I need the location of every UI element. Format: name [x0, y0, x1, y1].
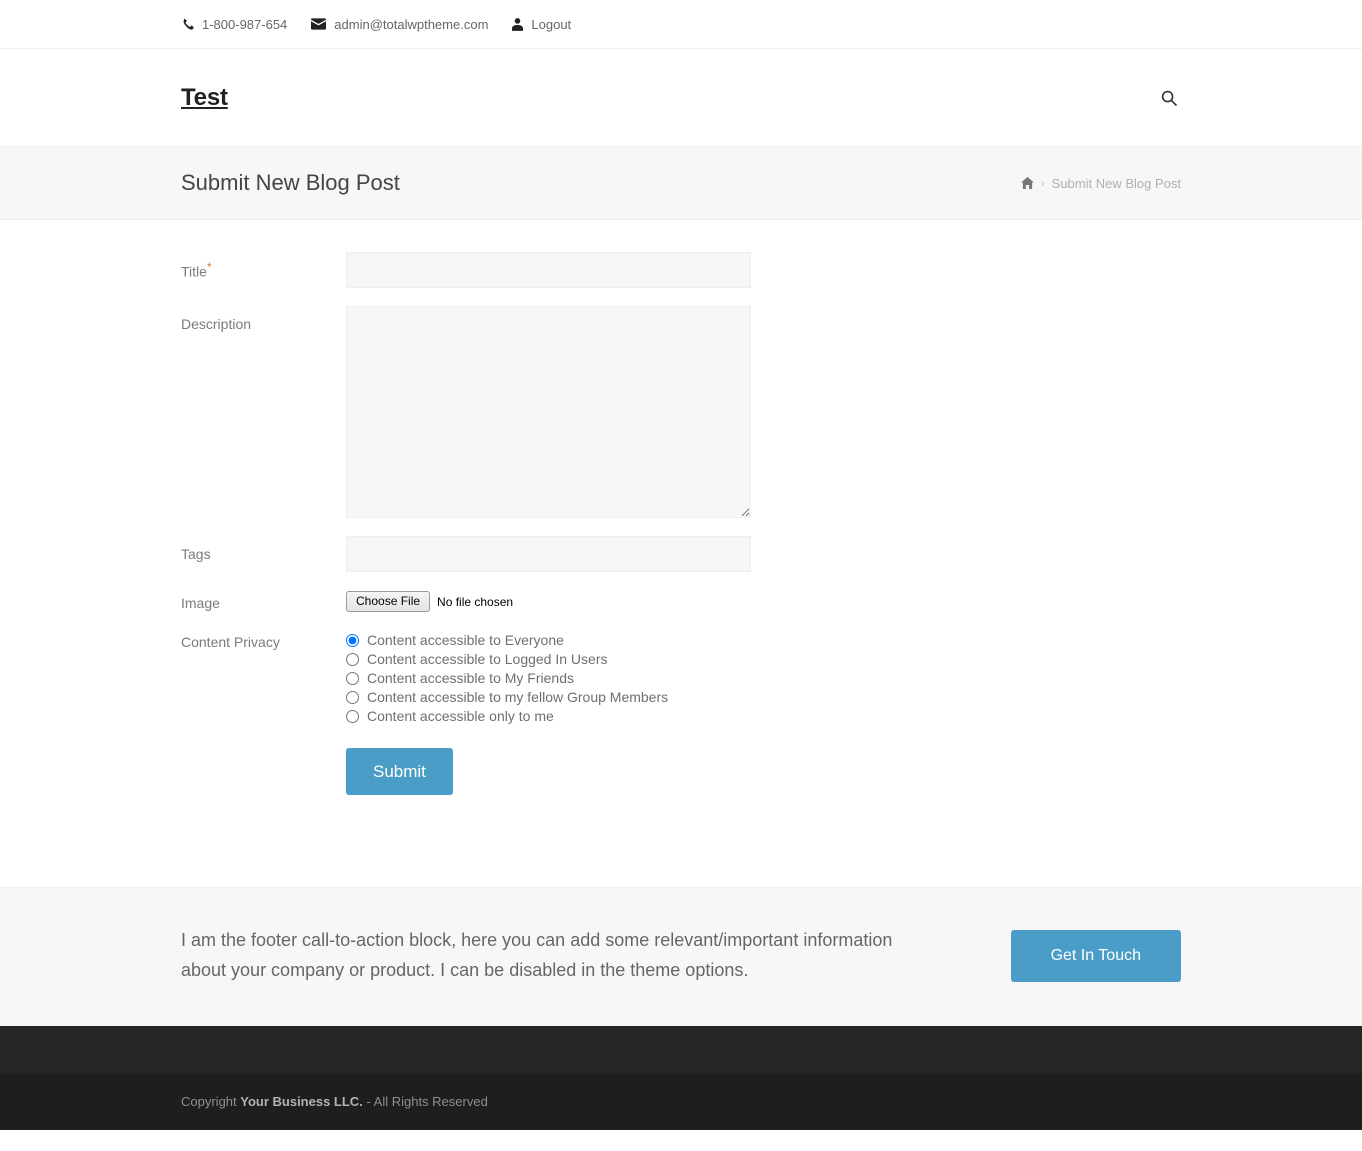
image-label: Image: [181, 595, 220, 611]
radio-label-my-friends: Content accessible to My Friends: [367, 670, 574, 687]
title-control-wrap: [346, 252, 1181, 288]
tags-input[interactable]: [346, 536, 751, 572]
site-title-logo[interactable]: Test: [181, 84, 228, 112]
topbar-phone-text: 1-800-987-654: [202, 16, 288, 32]
topbar-email-text: admin@totalwptheme.com: [334, 16, 489, 32]
site-header-inner: Test: [171, 84, 1191, 112]
topbar-logout-text: Logout: [531, 16, 572, 32]
copyright-suffix: - All Rights Reserved: [362, 1094, 488, 1110]
radio-item-logged-in-users[interactable]: Content accessible to Logged In Users: [346, 651, 1181, 667]
get-in-touch-button[interactable]: Get In Touch: [1010, 929, 1181, 982]
topbar-logout-link[interactable]: Logout: [512, 18, 571, 31]
breadcrumb-separator: ›: [1040, 176, 1045, 190]
description-control-wrap: [346, 306, 1181, 518]
breadcrumb: › Submit New Blog Post: [1020, 175, 1181, 191]
footer-bottom-inner: Copyright Your Business LLC. - All Right…: [171, 1094, 1191, 1109]
radio-label-everyone: Content accessible to Everyone: [367, 632, 564, 649]
radio-input-only-me[interactable]: [346, 709, 359, 723]
copyright-business-name: Your Business LLC.: [240, 1094, 363, 1110]
form-row-title: Title*: [181, 252, 1181, 288]
radio-input-my-friends[interactable]: [346, 671, 359, 685]
footer-callout-text: I am the footer call-to-action block, he…: [181, 930, 893, 980]
radio-input-logged-in-users[interactable]: [346, 652, 359, 666]
footer-bottom-bar: Copyright Your Business LLC. - All Right…: [0, 1073, 1362, 1130]
topbar-email-link[interactable]: admin@totalwptheme.com: [311, 18, 488, 31]
tags-label: Tags: [181, 546, 211, 562]
image-control-wrap: Choose File No file chosen: [346, 590, 1181, 612]
radio-label-only-me: Content accessible only to me: [367, 708, 554, 725]
footer-callout-section: I am the footer call-to-action block, he…: [0, 887, 1362, 1026]
top-bar: 1-800-987-654 admin@totalwptheme.com Log…: [0, 0, 1362, 49]
envelope-icon: [311, 18, 327, 30]
page-header-bar: Submit New Blog Post › Submit New Blog P…: [0, 147, 1362, 220]
choose-file-button[interactable]: Choose File: [346, 591, 431, 612]
form-row-image: Image Choose File No file chosen: [181, 590, 1181, 612]
radio-input-group-members[interactable]: [346, 690, 359, 704]
copyright-text: Copyright Your Business LLC. - All Right…: [181, 1094, 1181, 1109]
search-icon[interactable]: [1157, 86, 1181, 110]
breadcrumb-current: Submit New Blog Post: [1051, 175, 1181, 191]
radio-input-everyone[interactable]: [346, 633, 359, 647]
home-icon[interactable]: [1020, 177, 1034, 189]
tags-control-wrap: [346, 536, 1181, 572]
main-content: Title* Description Tags Image Choose Fil…: [0, 220, 1362, 888]
file-input-group[interactable]: Choose File No file chosen: [346, 590, 1181, 612]
content-privacy-label: Content Privacy: [181, 634, 280, 651]
phone-icon: [181, 18, 194, 31]
title-input[interactable]: [346, 252, 751, 288]
copyright-prefix: Copyright: [181, 1094, 241, 1110]
footer-widgets-area: [0, 1025, 1362, 1074]
required-asterisk: *: [206, 260, 212, 274]
page-title: Submit New Blog Post: [181, 170, 400, 195]
description-textarea[interactable]: [346, 306, 751, 518]
radio-item-group-members[interactable]: Content accessible to my fellow Group Me…: [346, 689, 1181, 705]
radio-label-logged-in-users: Content accessible to Logged In Users: [367, 651, 608, 668]
page-root: 1-800-987-654 admin@totalwptheme.com Log…: [0, 0, 1362, 1130]
submit-blog-post-form: Title* Description Tags Image Choose Fil…: [171, 252, 1191, 796]
topbar-phone-link[interactable]: 1-800-987-654: [181, 18, 287, 31]
radio-item-my-friends[interactable]: Content accessible to My Friends: [346, 670, 1181, 686]
content-privacy-radio-group: Content accessible to Everyone Content a…: [346, 630, 1181, 724]
form-row-tags: Tags: [181, 536, 1181, 572]
radio-item-only-me[interactable]: Content accessible only to me: [346, 708, 1181, 724]
file-status-text: No file chosen: [437, 594, 514, 609]
footer-callout-inner: I am the footer call-to-action block, he…: [171, 926, 1191, 985]
top-bar-inner: 1-800-987-654 admin@totalwptheme.com Log…: [171, 18, 1191, 31]
title-label-text: Title: [181, 263, 207, 280]
form-row-content-privacy: Content Privacy Content accessible to Ev…: [181, 630, 1181, 724]
form-row-submit: Submit: [181, 748, 1181, 796]
radio-item-everyone[interactable]: Content accessible to Everyone: [346, 632, 1181, 648]
content-privacy-control-wrap: Content accessible to Everyone Content a…: [346, 630, 1181, 724]
description-label: Description: [181, 316, 252, 332]
site-header: Test: [0, 49, 1362, 147]
page-header-inner: Submit New Blog Post › Submit New Blog P…: [171, 170, 1191, 196]
submit-button[interactable]: Submit: [346, 748, 453, 796]
title-label: Title*: [181, 252, 346, 281]
form-row-description: Description: [181, 306, 1181, 518]
user-icon: [512, 17, 524, 31]
radio-label-group-members: Content accessible to my fellow Group Me…: [367, 689, 669, 706]
